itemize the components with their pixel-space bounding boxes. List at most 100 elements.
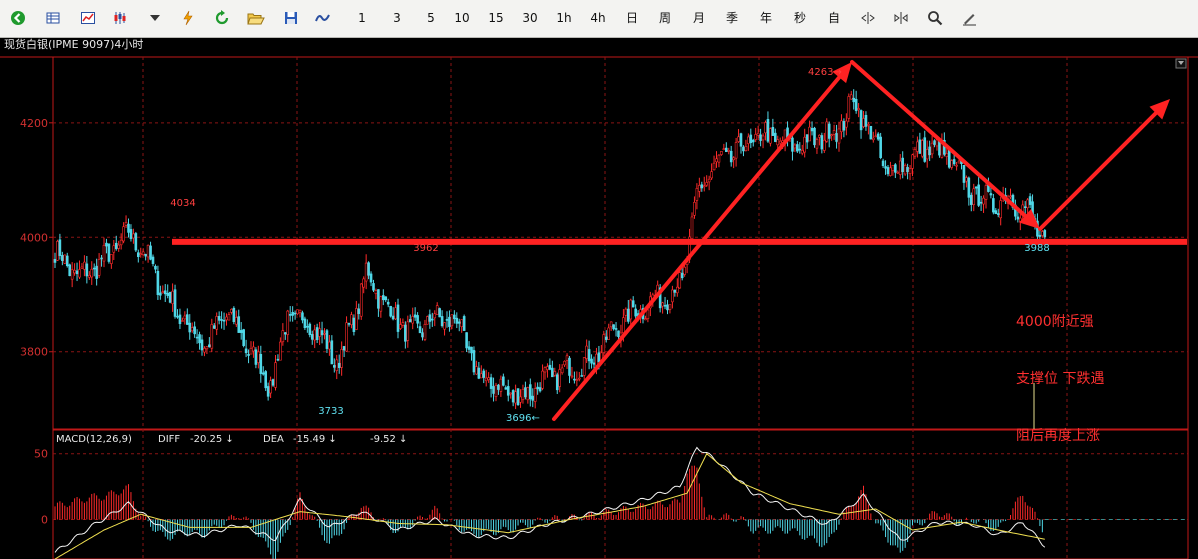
lightning-button[interactable] (178, 8, 198, 28)
list-view-button[interactable] (43, 8, 63, 28)
line-chart-button[interactable] (78, 8, 98, 28)
period-button-12[interactable]: 年 (753, 8, 779, 28)
candle-body (969, 194, 973, 205)
candle-body (928, 146, 931, 156)
candle-body (308, 323, 312, 336)
annotation-text: 4000附近强 支撑位 下跌遇 阻后再度上涨 (1016, 275, 1104, 465)
open-folder-button[interactable] (246, 8, 266, 28)
candle-body (749, 134, 753, 144)
candle-body (178, 314, 182, 325)
candle-body (212, 325, 216, 329)
candle-body (587, 349, 591, 362)
candle-body (531, 395, 535, 401)
candle-body (835, 133, 838, 142)
candle-body (800, 150, 804, 154)
candle-body (288, 314, 292, 316)
candle-body (188, 322, 192, 333)
refresh-icon (212, 10, 232, 26)
period-button-8[interactable]: 日 (619, 8, 645, 28)
period-button-6[interactable]: 1h (551, 8, 577, 28)
candle-body (506, 386, 510, 396)
candle-body (396, 304, 400, 332)
candle-body (933, 140, 936, 145)
candle-body (955, 164, 958, 167)
candle-body (881, 160, 885, 167)
candle-body (923, 137, 927, 162)
candle-body (261, 372, 265, 375)
rebound-arrow (1038, 99, 1170, 231)
candle-body (411, 316, 415, 324)
candle-body (849, 94, 853, 100)
period-button-2[interactable]: 5 (418, 8, 444, 28)
search-button[interactable] (925, 8, 945, 28)
macd-histogram (54, 465, 1043, 559)
candle-body (426, 316, 429, 325)
candle-body (281, 330, 285, 343)
candle-body (751, 139, 755, 143)
candle-chart-button[interactable] (110, 8, 130, 28)
period-button-14[interactable]: 自 (821, 8, 847, 28)
candle-body (705, 182, 709, 186)
candle-body (149, 245, 152, 260)
candle-body (771, 127, 775, 136)
period-button-5[interactable]: 30 (517, 8, 543, 28)
price-label-low-3733: 3733 (318, 406, 343, 417)
candle-body (413, 314, 417, 318)
candle-body (217, 316, 221, 321)
save-button[interactable] (281, 8, 301, 28)
candle-body (78, 269, 81, 278)
draw-pen-icon (959, 10, 979, 26)
candle-body (494, 385, 498, 397)
candle-body (609, 321, 613, 328)
zoom-in-button[interactable] (891, 8, 911, 28)
macd-y-tick-label: 50 (34, 448, 48, 461)
candle-body (489, 377, 493, 389)
period-button-13[interactable]: 秒 (787, 8, 813, 28)
back-button[interactable] (8, 8, 28, 28)
candle-body (455, 317, 459, 324)
candle-body (908, 168, 912, 174)
period-button-1[interactable]: 3 (384, 8, 410, 28)
candle-body (847, 96, 851, 119)
refresh-button[interactable] (212, 8, 232, 28)
period-button-0[interactable]: 1 (349, 8, 375, 28)
candle-body (1043, 230, 1047, 238)
candle-body (433, 313, 437, 319)
price-label-high-4034: 4034 (170, 198, 195, 209)
candle-body (345, 322, 348, 352)
candle-body (381, 295, 385, 301)
candle-body (85, 263, 89, 277)
candle-body (776, 139, 780, 146)
candle-body (384, 296, 388, 301)
candle-body (242, 329, 245, 346)
dropdown-arrow-button[interactable] (145, 8, 165, 28)
candle-body (186, 314, 189, 325)
candle-body (972, 188, 976, 205)
candle-body (122, 226, 125, 242)
candle-body (678, 272, 682, 289)
candle-body (252, 346, 255, 352)
candle-body (666, 304, 669, 311)
candle-body (707, 178, 711, 183)
candle-body (977, 184, 980, 206)
period-button-9[interactable]: 周 (652, 8, 678, 28)
candle-body (617, 330, 620, 337)
indicator-wave-button[interactable] (313, 8, 333, 28)
candle-body (127, 223, 130, 233)
candle-body (952, 159, 956, 165)
period-button-11[interactable]: 季 (719, 8, 745, 28)
period-button-3[interactable]: 10 (449, 8, 475, 28)
candle-body (357, 308, 361, 315)
period-button-7[interactable]: 4h (585, 8, 611, 28)
candle-body (798, 148, 802, 151)
candle-body (560, 367, 564, 374)
candle-body (235, 317, 238, 325)
period-button-4[interactable]: 15 (483, 8, 509, 28)
zoom-out-button[interactable] (858, 8, 878, 28)
candle-body (906, 167, 909, 172)
period-button-10[interactable]: 月 (686, 8, 712, 28)
candle-body (727, 150, 731, 152)
diff-label: DIFF (158, 434, 180, 445)
candle-body (306, 325, 309, 328)
draw-pen-button[interactable] (959, 8, 979, 28)
